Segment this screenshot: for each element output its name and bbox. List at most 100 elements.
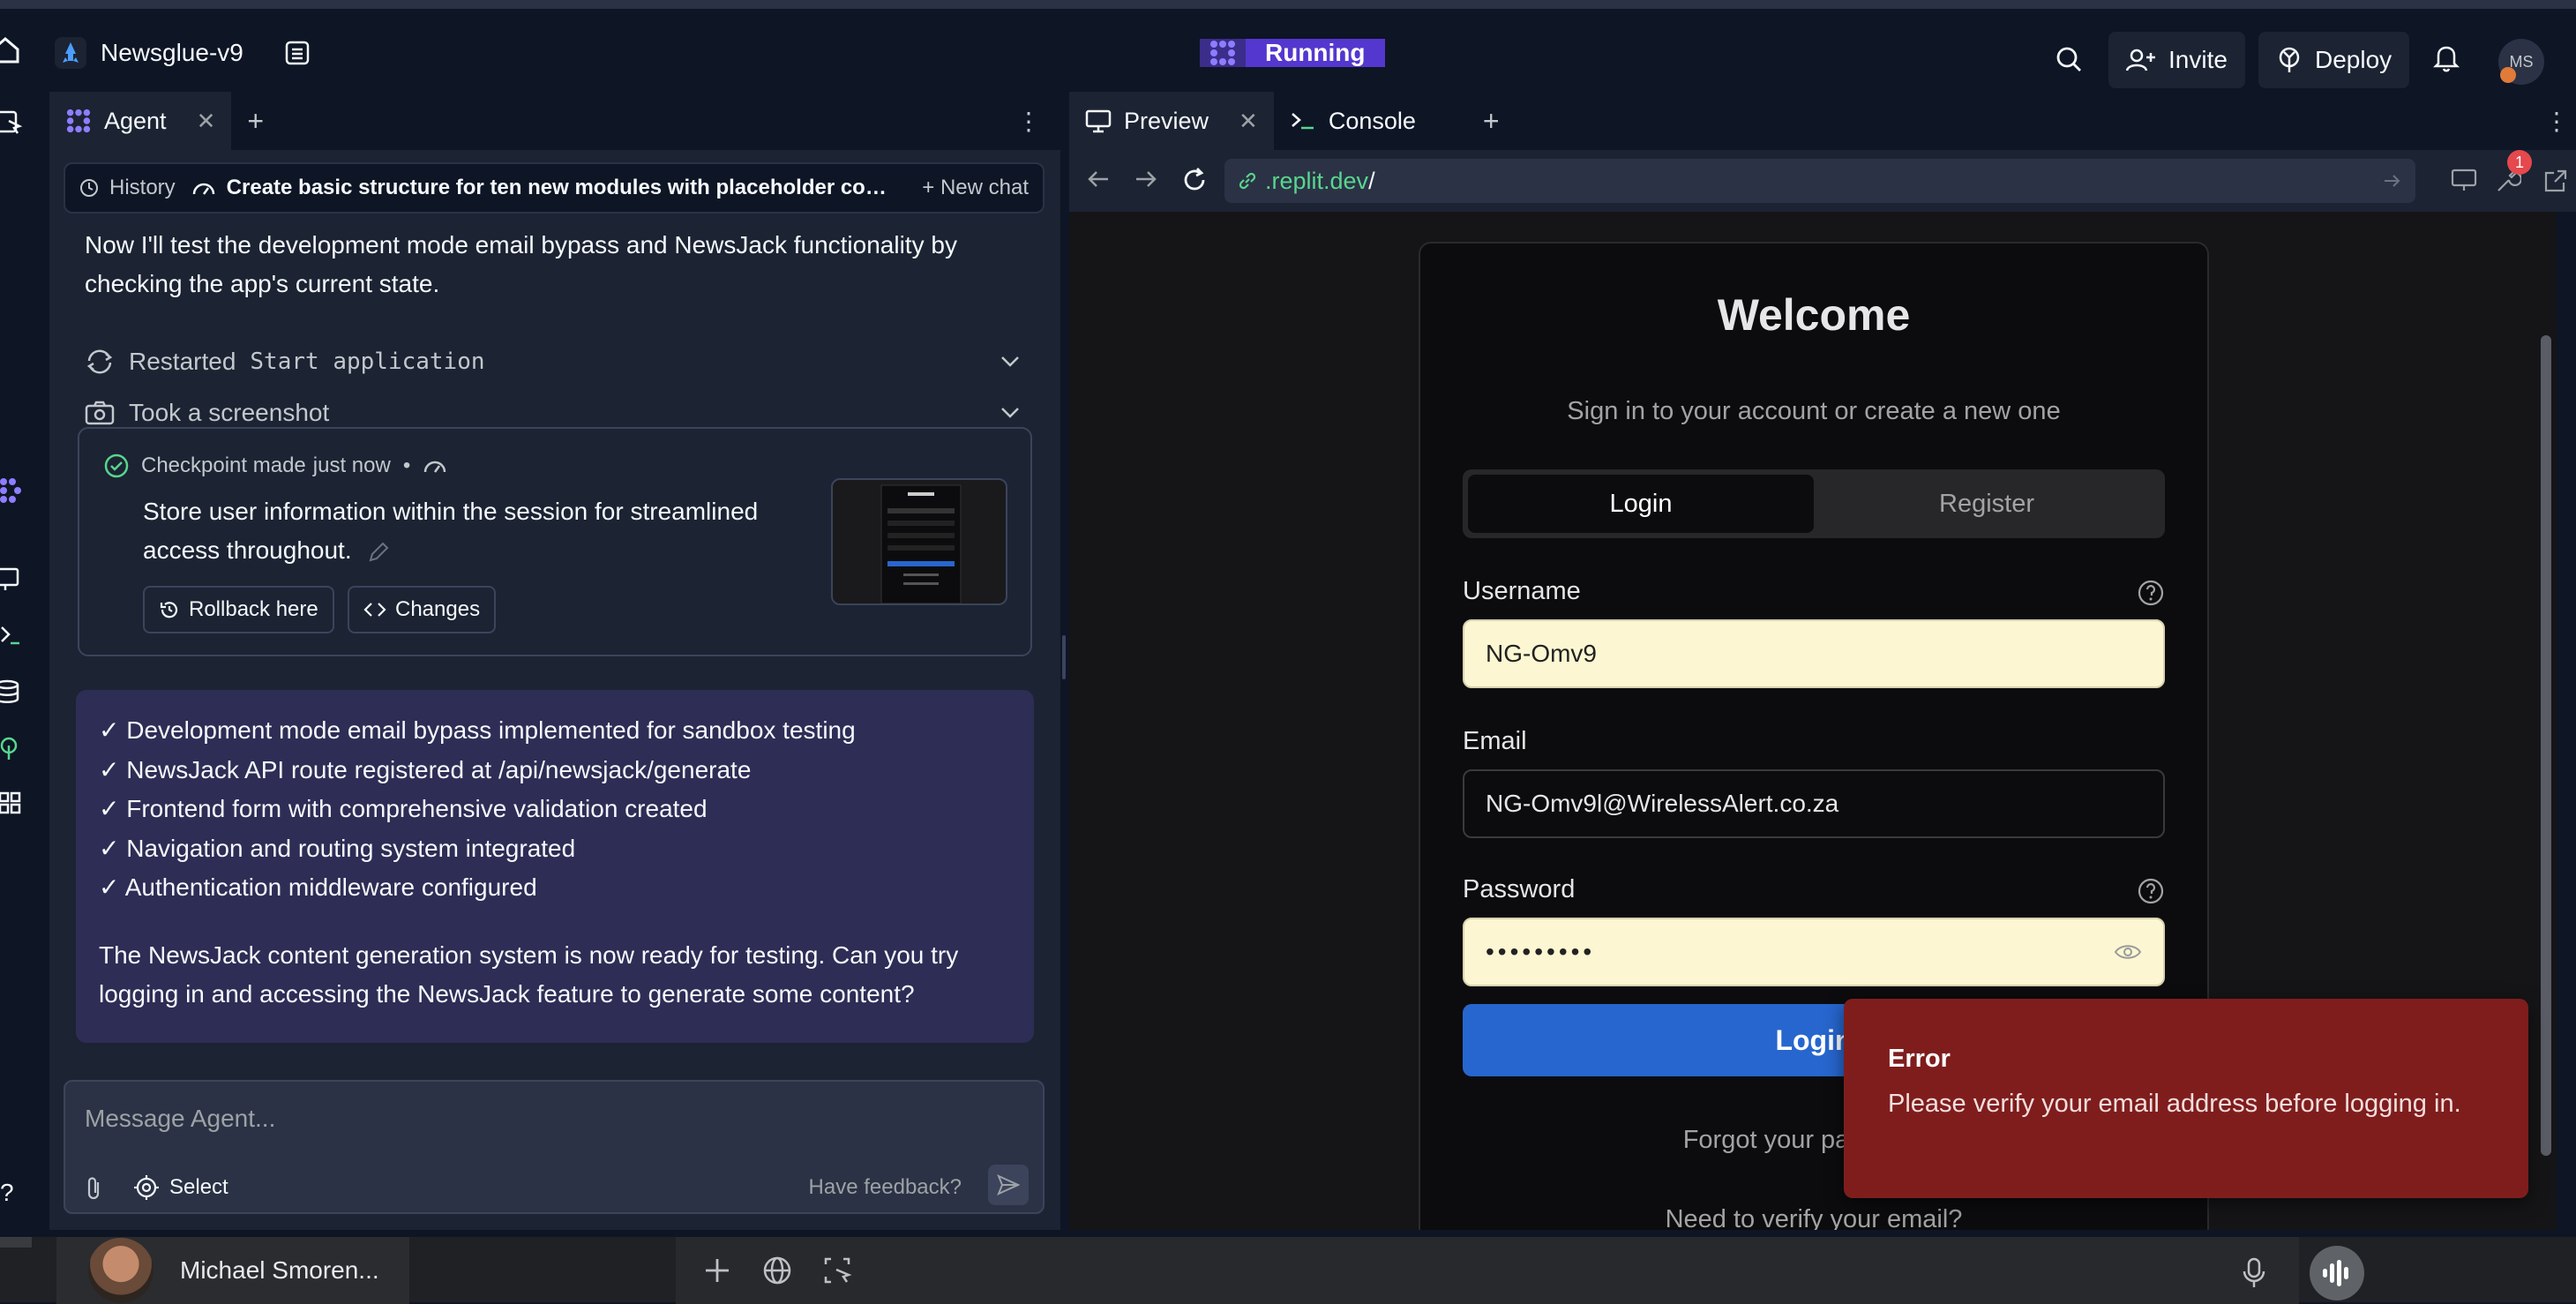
reload-icon[interactable]	[1180, 166, 1209, 194]
add-tab-icon[interactable]: +	[231, 92, 280, 150]
preview-panel-tabs: Preview ✕ Console + ⋮	[1069, 92, 2576, 150]
devtools-error-badge: 1	[2507, 150, 2532, 175]
agent-rail-icon[interactable]	[0, 476, 23, 505]
files-toggle-icon[interactable]	[0, 108, 23, 136]
open-in-new-tab-icon[interactable]	[2542, 168, 2569, 194]
message-input[interactable]: Message Agent...	[85, 1105, 275, 1133]
avatar-badge-icon	[2500, 67, 2516, 83]
participant-name: Michael Smoren...	[180, 1256, 379, 1284]
participant-tile[interactable]: Michael Smoren...	[56, 1237, 409, 1304]
help-circle-icon[interactable]	[2137, 877, 2165, 905]
deploy-button[interactable]: Deploy	[2258, 32, 2410, 88]
message-composer[interactable]: Message Agent... Select Have feedback?	[64, 1080, 1045, 1214]
verify-email-link[interactable]: Need to verify your email?	[1420, 1205, 2207, 1230]
target-icon	[134, 1175, 159, 1200]
forward-arrow-icon[interactable]	[1133, 166, 1159, 192]
select-label: Select	[169, 1175, 228, 1199]
changes-button[interactable]: Changes	[348, 586, 497, 633]
project-name[interactable]: Newsglue-v9	[55, 37, 311, 69]
invite-button[interactable]: Invite	[2108, 32, 2245, 88]
database-rail-icon[interactable]	[0, 678, 23, 706]
project-menu-icon[interactable]	[284, 40, 311, 66]
password-value: •••••••••	[1486, 938, 1596, 965]
toast-title: Error	[1888, 1045, 1951, 1073]
url-field[interactable]: .replit.dev/	[1224, 159, 2415, 203]
rollback-icon	[159, 599, 180, 620]
chevron-down-icon[interactable]	[1000, 407, 1020, 419]
chat-title[interactable]: Create basic structure for ten new modul…	[227, 176, 897, 200]
preview-tab-label: Preview	[1124, 107, 1209, 134]
new-chat-button[interactable]: + New chat	[922, 176, 1029, 200]
webview-scrollbar[interactable]	[2541, 335, 2551, 1156]
notifications-bell-icon[interactable]	[2433, 44, 2460, 72]
checkpoint-label: Checkpoint made	[141, 453, 306, 477]
apps-grid-icon[interactable]	[0, 789, 23, 817]
history-button[interactable]: History	[109, 176, 176, 200]
feedback-link[interactable]: Have feedback?	[809, 1175, 962, 1200]
summary-item: ✓ Frontend form with comprehensive valid…	[99, 795, 708, 822]
console-rail-icon[interactable]	[0, 621, 23, 649]
summary-item: ✓ Development mode email bypass implemen…	[99, 716, 856, 744]
checkpoint-separator: •	[402, 453, 411, 477]
email-field[interactable]: NG-Omv9l@WirelessAlert.co.za	[1463, 769, 2165, 838]
tab-register[interactable]: Register	[1814, 475, 2160, 533]
show-password-eye-icon[interactable]	[2114, 942, 2142, 962]
edit-pencil-icon[interactable]	[367, 541, 390, 564]
summary-item: ✓ Navigation and routing system integrat…	[99, 834, 576, 862]
changes-label: Changes	[395, 597, 481, 621]
select-element-button[interactable]: Select	[134, 1175, 228, 1200]
send-icon	[997, 1174, 1020, 1195]
help-rail-icon[interactable]: ?	[0, 1179, 23, 1207]
panel-menu-icon[interactable]: ⋮	[2544, 107, 2569, 136]
username-field[interactable]: NG-Omv9	[1463, 619, 2165, 688]
project-name-label: Newsglue-v9	[101, 39, 243, 66]
checkpoint-header: Checkpoint made just now •	[104, 453, 447, 478]
preview-rail-icon[interactable]	[0, 565, 23, 593]
search-icon[interactable]	[2056, 46, 2082, 72]
microphone-icon[interactable]	[2241, 1257, 2267, 1289]
checkpoint-description: Store user information within the sessio…	[143, 492, 813, 570]
help-circle-icon[interactable]	[2137, 579, 2165, 607]
invite-label: Invite	[2168, 46, 2228, 73]
back-arrow-icon[interactable]	[1085, 166, 1112, 192]
attach-paperclip-icon[interactable]	[85, 1175, 104, 1202]
console-tab-label: Console	[1328, 107, 1416, 134]
agent-panel: Agent ✕ + ⋮ History Create basic structu…	[49, 92, 1060, 1230]
project-logo-icon	[55, 37, 86, 69]
deployments-rail-icon[interactable]	[0, 734, 23, 762]
add-tab-icon[interactable]: +	[1467, 92, 1516, 150]
device-preview-icon[interactable]	[2451, 168, 2477, 192]
tab-login[interactable]: Login	[1468, 475, 1814, 533]
voice-activity-button[interactable]	[2310, 1246, 2364, 1300]
action-prefix: Restarted	[129, 348, 236, 375]
add-icon[interactable]	[702, 1255, 732, 1285]
username-label: Username	[1463, 577, 1581, 605]
email-label: Email	[1463, 727, 1527, 755]
welcome-title: Welcome	[1717, 290, 1911, 340]
screen-select-icon[interactable]	[822, 1255, 852, 1285]
globe-icon[interactable]	[762, 1255, 792, 1285]
password-field[interactable]: •••••••••	[1463, 918, 2165, 986]
panel-resize-handle[interactable]	[1062, 635, 1066, 679]
action-restarted-app[interactable]: Restarted Start application	[85, 342, 1037, 381]
panel-menu-icon[interactable]: ⋮	[1016, 107, 1041, 136]
run-status-button[interactable]: Running	[1200, 25, 1385, 81]
history-icon[interactable]	[79, 178, 99, 198]
user-avatar[interactable]: MS	[2498, 39, 2544, 85]
open-url-arrow-icon[interactable]	[2382, 170, 2403, 191]
send-button[interactable]	[988, 1165, 1029, 1205]
close-tab-icon[interactable]: ✕	[197, 108, 216, 135]
tab-preview[interactable]: Preview ✕	[1069, 92, 1274, 150]
summary-closing: The NewsJack content generation system i…	[99, 941, 959, 1008]
run-status-label: Running	[1246, 39, 1385, 67]
checkpoint-gauge-icon	[191, 178, 216, 198]
chevron-down-icon[interactable]	[1000, 356, 1020, 368]
home-icon[interactable]	[0, 37, 19, 64]
checkpoint-screenshot-thumbnail[interactable]	[831, 478, 1007, 605]
agent-panel-tabs: Agent ✕ + ⋮	[49, 92, 1060, 150]
tab-agent[interactable]: Agent ✕	[49, 92, 232, 150]
add-user-icon	[2126, 48, 2156, 72]
rollback-button[interactable]: Rollback here	[143, 586, 334, 633]
close-tab-icon[interactable]: ✕	[1239, 108, 1258, 135]
tab-console[interactable]: Console	[1274, 92, 1432, 150]
